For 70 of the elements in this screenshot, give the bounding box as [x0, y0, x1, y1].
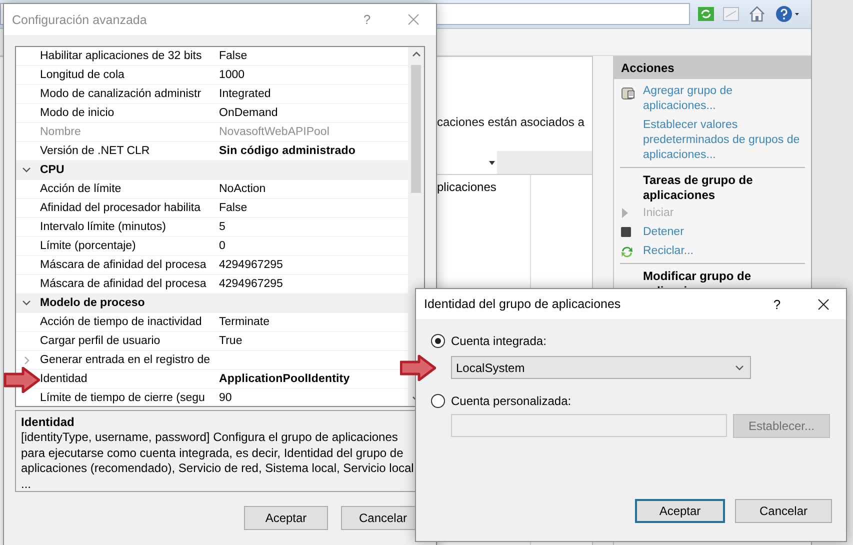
- property-value[interactable]: 90: [217, 392, 232, 404]
- scroll-thumb[interactable]: [411, 65, 421, 193]
- description-title: Identidad: [21, 414, 76, 430]
- radio-button[interactable]: [431, 394, 445, 408]
- action-link[interactable]: Establecer valores predeterminados de grupos de aplicaciones...: [620, 116, 805, 165]
- property-name[interactable]: Habilitar aplicaciones de 32 bits: [37, 50, 217, 62]
- property-name[interactable]: Afinidad del procesador habilita: [37, 202, 217, 214]
- property-name[interactable]: Máscara de afinidad del procesa: [37, 259, 217, 271]
- property-value[interactable]: ApplicationPoolIdentity: [217, 373, 350, 385]
- stop-icon: [620, 226, 632, 238]
- expand-icon[interactable]: [24, 356, 30, 364]
- property-name[interactable]: Acción de límite: [37, 183, 217, 195]
- property-name[interactable]: Identidad: [37, 373, 217, 385]
- arrow-icon: [400, 355, 436, 381]
- help-icon[interactable]: [775, 5, 801, 23]
- radio-button[interactable]: [431, 334, 445, 348]
- property-value[interactable]: 5: [217, 221, 226, 233]
- recycle-icon: [620, 245, 634, 259]
- window-title: Configuración avanzada: [12, 12, 148, 26]
- refresh-icon[interactable]: [698, 7, 714, 21]
- property-value[interactable]: 1000: [217, 69, 245, 81]
- collapse-icon: [22, 300, 31, 306]
- property-name[interactable]: Modo de canalización administr: [37, 88, 217, 100]
- property-name[interactable]: Límite (porcentaje): [37, 240, 217, 252]
- category-row[interactable]: CPU: [16, 161, 408, 180]
- description-text: caciones están asociados a: [437, 115, 586, 129]
- property-name[interactable]: Intervalo límite (minutos): [37, 221, 217, 233]
- property-value[interactable]: Integrated: [217, 88, 271, 100]
- chevron-icon: [735, 364, 744, 370]
- property-value[interactable]: Terminate: [217, 316, 270, 328]
- property-value[interactable]: Sin código administrado: [217, 145, 356, 157]
- property-value[interactable]: False: [217, 50, 248, 62]
- property-value[interactable]: 4294967295: [217, 278, 283, 290]
- property-value[interactable]: NoAction: [217, 183, 266, 195]
- close-icon: [818, 298, 828, 310]
- property-name[interactable]: Generar entrada en el registro de: [37, 354, 217, 366]
- property-name[interactable]: Límite de tiempo de cierre (segu: [37, 392, 217, 404]
- property-value[interactable]: 0: [217, 240, 226, 252]
- action-link[interactable]: Detener: [620, 223, 805, 242]
- close-icon: [408, 14, 418, 25]
- property-name[interactable]: Versión de .NET CLR: [37, 145, 217, 157]
- property-value[interactable]: False: [217, 202, 248, 214]
- stop-icon[interactable]: [723, 7, 739, 21]
- collapse-icon: [22, 167, 31, 173]
- help-button[interactable]: ?: [754, 289, 800, 319]
- action-link[interactable]: Reciclar...: [620, 242, 805, 261]
- property-value[interactable]: OnDemand: [217, 107, 278, 119]
- actions-header: Acciones: [614, 57, 811, 79]
- caret-icon: [489, 160, 495, 164]
- property-name[interactable]: Modo de inicio: [37, 107, 217, 119]
- group-heading: Tareas de grupo de aplicaciones: [642, 172, 754, 204]
- dialog-button[interactable]: Cancelar: [735, 499, 832, 523]
- dialog-button[interactable]: Aceptar: [244, 506, 328, 530]
- account-select[interactable]: LocalSystem: [451, 356, 751, 379]
- property-name[interactable]: Longitud de cola: [37, 69, 217, 81]
- category-name: Modelo de proceso: [39, 297, 145, 309]
- property-value[interactable]: True: [217, 335, 242, 347]
- property-name[interactable]: Cargar perfil de usuario: [37, 335, 217, 347]
- server-icon: [620, 85, 636, 101]
- action-link[interactable]: Agregar grupo de aplicaciones...: [620, 82, 805, 116]
- property-name[interactable]: Acción de tiempo de inactividad: [37, 316, 217, 328]
- home-icon[interactable]: [748, 5, 766, 23]
- property-value[interactable]: 4294967295: [217, 259, 283, 271]
- play-icon: [620, 207, 630, 219]
- arrow-icon: [4, 367, 40, 393]
- category-row[interactable]: Modelo de proceso: [16, 294, 408, 313]
- category-name: CPU: [39, 164, 64, 176]
- property-name[interactable]: Máscara de afinidad del procesa: [37, 278, 217, 290]
- dialog-button[interactable]: Aceptar: [635, 499, 725, 523]
- description-text: [identityType, username, password] Configura el grupo de aplicaciones para ejecutarse como cuenta integrada, es decir, Identidad del grupo de aplicaciones (recomendado), Servicio de red, Sistema local, Servicio local ...: [21, 430, 415, 492]
